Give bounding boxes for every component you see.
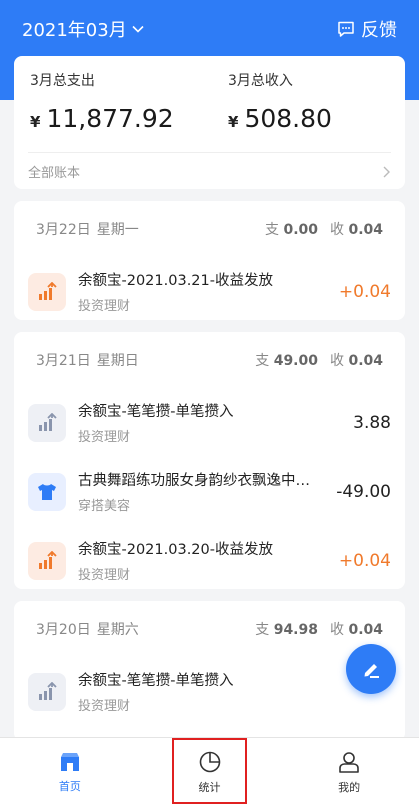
tab-stats-label: 统计 <box>198 780 221 794</box>
transaction-amount: 3.88 <box>353 412 391 433</box>
expense-amount: 11,877.92 <box>46 104 174 133</box>
expense-currency: ¥ <box>30 113 41 131</box>
transaction-row[interactable]: 古典舞蹈练功服女身韵纱衣飘逸中国风上衣 穿搭美容 -49.00 <box>14 457 405 526</box>
chart-up-icon <box>28 272 66 311</box>
transaction-category: 穿搭美容 <box>78 499 131 514</box>
transaction-title: 余额宝-2021.03.21-收益发放 <box>78 273 273 289</box>
day-weekday: 星期六 <box>96 622 139 638</box>
day-date: 3月22日 <box>36 222 91 238</box>
transaction-category: 投资理财 <box>78 430 131 445</box>
transaction-amount: +0.04 <box>338 550 391 571</box>
transaction-title: 余额宝-2021.03.20-收益发放 <box>78 542 273 558</box>
day-expense-total: 94.98 <box>273 622 318 638</box>
all-accounts-label: 全部账本 <box>28 166 81 181</box>
chart-up-icon <box>28 541 66 580</box>
expense-total-label: 支 <box>255 622 270 638</box>
chart-up-icon <box>28 672 66 711</box>
transaction-amount: +0.04 <box>338 281 391 302</box>
tab-home[interactable]: 首页 <box>0 738 140 806</box>
day-income-total: 0.04 <box>348 353 383 369</box>
transaction-row[interactable]: 余额宝-2021.03.21-收益发放 投资理财 +0.04 <box>14 257 405 326</box>
expense-summary: 3月总支出 ¥ 11,877.92 <box>30 70 174 133</box>
day-card: 3月21日 星期日 支 49.00 收 0.04 余额宝-笔笔攒-单笔攒入 投资理财… <box>14 332 405 589</box>
day-expense-total: 49.00 <box>273 353 318 369</box>
tab-stats[interactable]: 统计 <box>140 738 280 806</box>
day-expense-total: 0.00 <box>283 222 318 238</box>
day-date: 3月20日 <box>36 622 91 638</box>
income-currency: ¥ <box>228 113 239 131</box>
shirt-icon <box>28 472 66 511</box>
transaction-amount: -49.00 <box>336 481 391 502</box>
day-header: 3月21日 星期日 支 49.00 收 0.04 <box>14 332 405 388</box>
transaction-category: 投资理财 <box>78 699 131 714</box>
transaction-category: 投资理财 <box>78 568 131 583</box>
feedback-label: 反馈 <box>361 20 397 41</box>
income-total-label: 收 <box>330 222 344 238</box>
message-icon <box>338 21 354 37</box>
transaction-title: 古典舞蹈练功服女身韵纱衣飘逸中国风上衣 <box>78 473 324 489</box>
pie-chart-icon <box>199 751 220 772</box>
feedback-button[interactable]: 反馈 <box>337 16 397 42</box>
transaction-category: 投资理财 <box>78 299 131 314</box>
all-accounts-link[interactable]: 全部账本 <box>28 152 391 181</box>
chart-up-icon <box>28 403 66 442</box>
bottom-tab-bar: 首页 统计 我的 <box>0 737 419 806</box>
chevron-right-icon <box>383 166 390 177</box>
tab-mine[interactable]: 我的 <box>279 738 419 806</box>
day-weekday: 星期一 <box>96 222 139 238</box>
day-card: 3月22日 星期一 支 0.00 收 0.04 余额宝-2021.03.21-收益发… <box>14 201 405 320</box>
pencil-icon <box>364 664 379 678</box>
chevron-down-icon <box>132 25 144 33</box>
transaction-row[interactable]: 余额宝-2021.03.20-收益发放 投资理财 +0.04 <box>14 526 405 595</box>
home-icon <box>60 752 79 771</box>
month-label: 2021年03月 <box>22 20 127 41</box>
expense-total-label: 支 <box>265 222 279 238</box>
expense-label: 3月总支出 <box>30 73 95 89</box>
transaction-title: 余额宝-笔笔攒-单笔攒入 <box>78 404 234 420</box>
income-summary: 3月总收入 ¥ 508.80 <box>228 70 332 133</box>
add-record-button[interactable] <box>346 644 396 694</box>
day-income-total: 0.04 <box>348 222 383 238</box>
tab-mine-label: 我的 <box>338 780 361 794</box>
tab-home-label: 首页 <box>58 779 81 793</box>
income-label: 3月总收入 <box>228 73 293 89</box>
summary-card: 3月总支出 ¥ 11,877.92 3月总收入 ¥ 508.80 全部账本 <box>14 56 405 189</box>
day-weekday: 星期日 <box>96 353 139 369</box>
income-amount: 508.80 <box>244 104 332 133</box>
day-date: 3月21日 <box>36 353 91 369</box>
day-header: 3月22日 星期一 支 0.00 收 0.04 <box>14 201 405 257</box>
day-income-total: 0.04 <box>348 622 383 638</box>
income-total-label: 收 <box>330 622 344 638</box>
day-header: 3月20日 星期六 支 94.98 收 0.04 <box>14 601 405 657</box>
income-total-label: 收 <box>330 353 344 369</box>
top-bar: 2021年03月 反馈 <box>0 0 419 58</box>
user-icon <box>339 751 359 773</box>
transaction-title: 余额宝-笔笔攒-单笔攒入 <box>78 673 234 689</box>
transaction-row[interactable]: 余额宝-笔笔攒-单笔攒入 投资理财 3.88 <box>14 388 405 457</box>
month-selector[interactable]: 2021年03月 <box>22 16 145 42</box>
expense-total-label: 支 <box>255 353 270 369</box>
